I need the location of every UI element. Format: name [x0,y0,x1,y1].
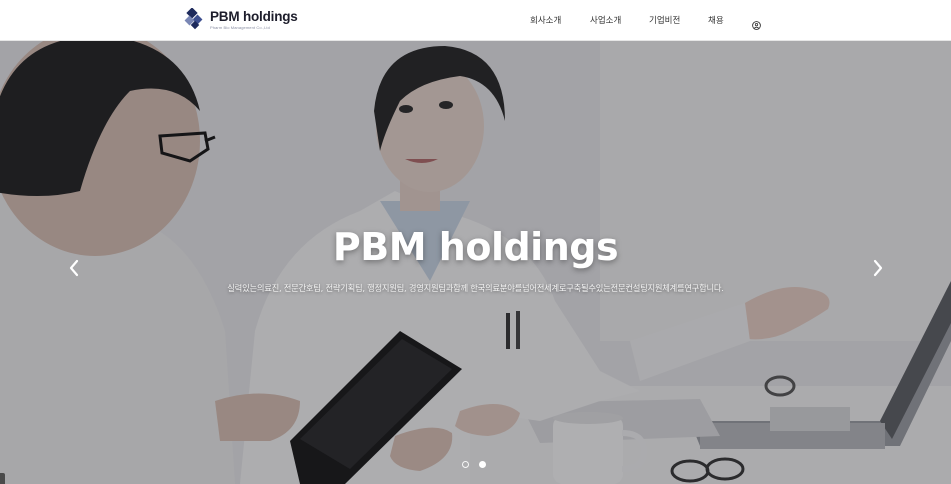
brand-logo[interactable]: PBM holdings Pharm Bio Management Co.,Lt… [184,6,298,32]
nav-item-company[interactable]: 회사소개 [530,14,561,26]
site-header: PBM holdings Pharm Bio Management Co.,Lt… [0,0,951,41]
slider-pagination [462,460,492,470]
user-circle-icon[interactable] [752,15,761,30]
nav-item-vision[interactable]: 기업비전 [649,14,680,26]
hero-slider: PBM holdings 실력있는의료진, 전문간호팀, 전략기획팀, 행정지원… [0,41,951,484]
chevron-left-icon[interactable] [66,258,82,278]
nav-item-business[interactable]: 사업소개 [590,14,621,26]
hero-title: PBM holdings [332,225,619,269]
brand-tagline: Pharm Bio Management Co.,Ltd [210,25,270,30]
chevron-right-icon[interactable] [870,258,886,278]
brand-name: PBM holdings [210,9,298,24]
logo-mark-icon [184,8,203,30]
slide-dot-1[interactable] [462,461,469,468]
nav-item-recruit[interactable]: 채용 [708,14,724,26]
hero-subtitle: 실력있는의료진, 전문간호팀, 전략기획팀, 행정지원팀, 경영지원팀과함께 한… [227,283,724,293]
slide-dot-2-active[interactable] [479,461,486,468]
side-scroll-tab[interactable] [0,473,5,484]
